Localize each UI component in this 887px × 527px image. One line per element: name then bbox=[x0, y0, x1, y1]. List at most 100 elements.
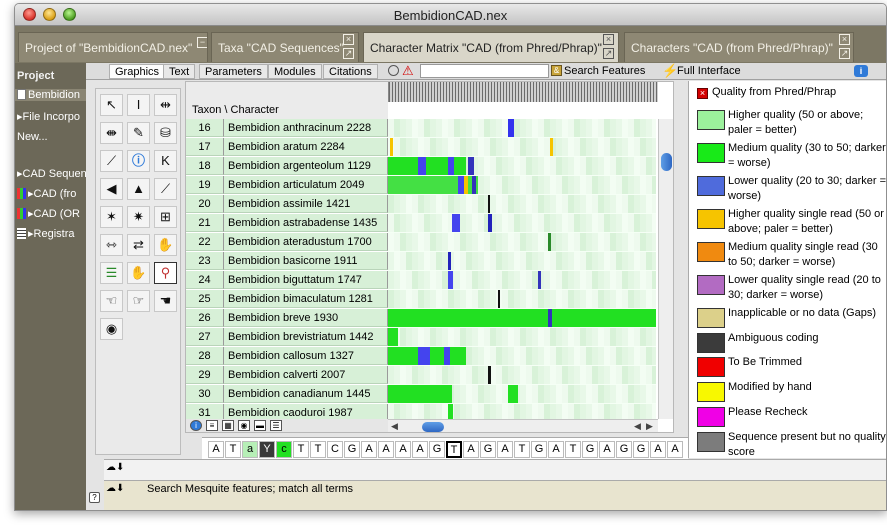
quality-cell[interactable] bbox=[652, 252, 656, 270]
warning-icon[interactable]: ⚠ bbox=[402, 63, 414, 79]
taxon-number[interactable]: 29 bbox=[186, 366, 224, 384]
horizontal-scrollbar[interactable]: ◀ ◀ ▶ bbox=[388, 419, 658, 432]
sequence-base[interactable]: A bbox=[497, 441, 513, 458]
tab-taxa[interactable]: Taxa "CAD Sequences" × ↗ bbox=[211, 32, 359, 62]
quality-segment[interactable] bbox=[508, 385, 518, 403]
table-row[interactable]: 16 Bembidion anthracinum 2228 bbox=[186, 119, 656, 138]
sequence-cells[interactable] bbox=[388, 233, 656, 252]
table-row[interactable]: 17 Bembidion aratum 2284 bbox=[186, 138, 656, 157]
quality-segment[interactable] bbox=[498, 290, 500, 308]
taxon-number[interactable]: 23 bbox=[186, 252, 224, 270]
sequence-cells[interactable] bbox=[388, 347, 656, 366]
sequence-base[interactable]: Y bbox=[259, 441, 275, 458]
sequence-base[interactable]: a bbox=[242, 441, 258, 458]
quality-cell[interactable] bbox=[652, 366, 656, 384]
quality-cell[interactable] bbox=[652, 328, 656, 346]
cloud-download-icon[interactable]: ☁⬇ bbox=[106, 483, 136, 499]
cad-orig-matrix-item[interactable]: ▸CAD (OR bbox=[15, 207, 80, 220]
sequence-cells[interactable] bbox=[388, 404, 656, 419]
sequence-cells[interactable] bbox=[388, 309, 656, 328]
sequence-cells[interactable] bbox=[388, 366, 656, 385]
sequence-cells[interactable] bbox=[388, 195, 656, 214]
brush-tool-icon[interactable]: ✎ bbox=[127, 122, 150, 144]
quality-segment[interactable] bbox=[538, 271, 541, 289]
minimize-tab-icon[interactable]: − bbox=[197, 37, 207, 48]
subtab-graphics[interactable]: Graphics bbox=[109, 64, 166, 79]
sequence-base[interactable]: G bbox=[633, 441, 649, 458]
quality-segment[interactable] bbox=[488, 195, 490, 213]
sequence-base[interactable]: G bbox=[429, 441, 445, 458]
magic-wand-alt-tool-icon[interactable]: ✷ bbox=[127, 206, 150, 228]
list-icon[interactable]: ≡ bbox=[206, 420, 218, 431]
quality-segment[interactable] bbox=[388, 157, 466, 175]
file-incorporate-item[interactable]: ▸File Incorpo bbox=[15, 110, 80, 123]
taxon-number[interactable]: 22 bbox=[186, 233, 224, 251]
table-row[interactable]: 19 Bembidion articulatum 2049 bbox=[186, 176, 656, 195]
info-tool-icon[interactable]: ⓘ bbox=[127, 150, 150, 172]
ibeam-tool-icon[interactable]: I bbox=[127, 94, 150, 116]
quality-cell[interactable] bbox=[652, 290, 656, 308]
taxon-number[interactable]: 21 bbox=[186, 214, 224, 232]
taxon-number[interactable]: 26 bbox=[186, 309, 224, 327]
quality-segment[interactable] bbox=[418, 157, 426, 175]
sequence-base[interactable]: A bbox=[412, 441, 428, 458]
sequence-base[interactable]: c bbox=[276, 441, 292, 458]
sequence-cells[interactable] bbox=[388, 157, 656, 176]
search-icon[interactable]: & bbox=[551, 65, 562, 76]
sequence-base[interactable]: T bbox=[514, 441, 530, 458]
quality-segment[interactable] bbox=[390, 138, 393, 156]
point-alt-tool-icon[interactable]: ☚ bbox=[154, 290, 177, 312]
taxon-number[interactable]: 19 bbox=[186, 176, 224, 194]
sequence-base[interactable]: A bbox=[548, 441, 564, 458]
taxon-number[interactable]: 16 bbox=[186, 119, 224, 137]
table-row[interactable]: 29 Bembidion calverti 2007 bbox=[186, 366, 656, 385]
quality-segment[interactable] bbox=[448, 157, 454, 175]
arrow-tool-icon[interactable]: ↖ bbox=[100, 94, 123, 116]
taxon-number[interactable]: 27 bbox=[186, 328, 224, 346]
quality-cell[interactable] bbox=[652, 347, 656, 365]
taxon-number[interactable]: 25 bbox=[186, 290, 224, 308]
sequence-base[interactable]: A bbox=[378, 441, 394, 458]
sequence-cells[interactable] bbox=[388, 271, 656, 290]
taxon-name[interactable]: Bembidion calverti 2007 bbox=[224, 366, 388, 384]
subtab-parameters[interactable]: Parameters bbox=[199, 64, 268, 79]
eye-tool-icon[interactable]: ◉ bbox=[100, 318, 123, 340]
sequence-base[interactable]: A bbox=[395, 441, 411, 458]
new-menu-item[interactable]: New... bbox=[15, 131, 48, 143]
popout-tab-icon[interactable]: ↗ bbox=[343, 48, 354, 59]
table-row[interactable]: 23 Bembidion basicorne 1911 bbox=[186, 252, 656, 271]
shift-tool-icon[interactable]: ⇼ bbox=[100, 122, 123, 144]
sequence-cells[interactable] bbox=[388, 214, 656, 233]
sequence-base[interactable]: G bbox=[480, 441, 496, 458]
tab-project[interactable]: Project of "BembidionCAD.nex" − bbox=[18, 32, 208, 62]
taxon-name[interactable]: Bembidion aratum 2284 bbox=[224, 138, 388, 156]
close-tab-icon[interactable]: × bbox=[839, 34, 850, 45]
project-file-item[interactable]: Bembidion bbox=[15, 89, 86, 101]
triangle-tool-icon[interactable]: ▲ bbox=[127, 178, 150, 200]
table-row[interactable]: 26 Bembidion breve 1930 bbox=[186, 309, 656, 328]
radio-circle-icon[interactable] bbox=[388, 65, 399, 76]
taxon-name[interactable]: Bembidion ateradustum 1700 bbox=[224, 233, 388, 251]
quality-segment[interactable] bbox=[388, 309, 656, 327]
quality-segment[interactable] bbox=[548, 309, 552, 327]
eyedropper-tool-icon[interactable]: ⟋ bbox=[100, 150, 123, 172]
quality-segment[interactable] bbox=[388, 328, 398, 346]
taxon-number[interactable]: 28 bbox=[186, 347, 224, 365]
table-row[interactable]: 21 Bembidion astrabadense 1435 bbox=[186, 214, 656, 233]
quality-segment[interactable] bbox=[488, 366, 491, 384]
quality-segment[interactable] bbox=[452, 214, 460, 232]
sequence-cells[interactable] bbox=[388, 119, 656, 138]
quality-cell[interactable] bbox=[652, 176, 656, 194]
sequence-cells[interactable] bbox=[388, 290, 656, 309]
quality-segment[interactable] bbox=[388, 385, 452, 403]
text-view-icon[interactable]: ☰ bbox=[270, 420, 282, 431]
subtab-modules[interactable]: Modules bbox=[268, 64, 322, 79]
search-features-input[interactable] bbox=[420, 64, 549, 78]
close-tab-icon[interactable]: × bbox=[343, 34, 354, 45]
grid-select-tool-icon[interactable]: ⊞ bbox=[154, 206, 177, 228]
taxon-number[interactable]: 17 bbox=[186, 138, 224, 156]
sequence-base[interactable]: C bbox=[327, 441, 343, 458]
hand-tool-icon[interactable]: ✋ bbox=[127, 262, 150, 284]
quality-segment[interactable] bbox=[508, 119, 514, 137]
close-legend-icon[interactable]: × bbox=[697, 88, 708, 99]
